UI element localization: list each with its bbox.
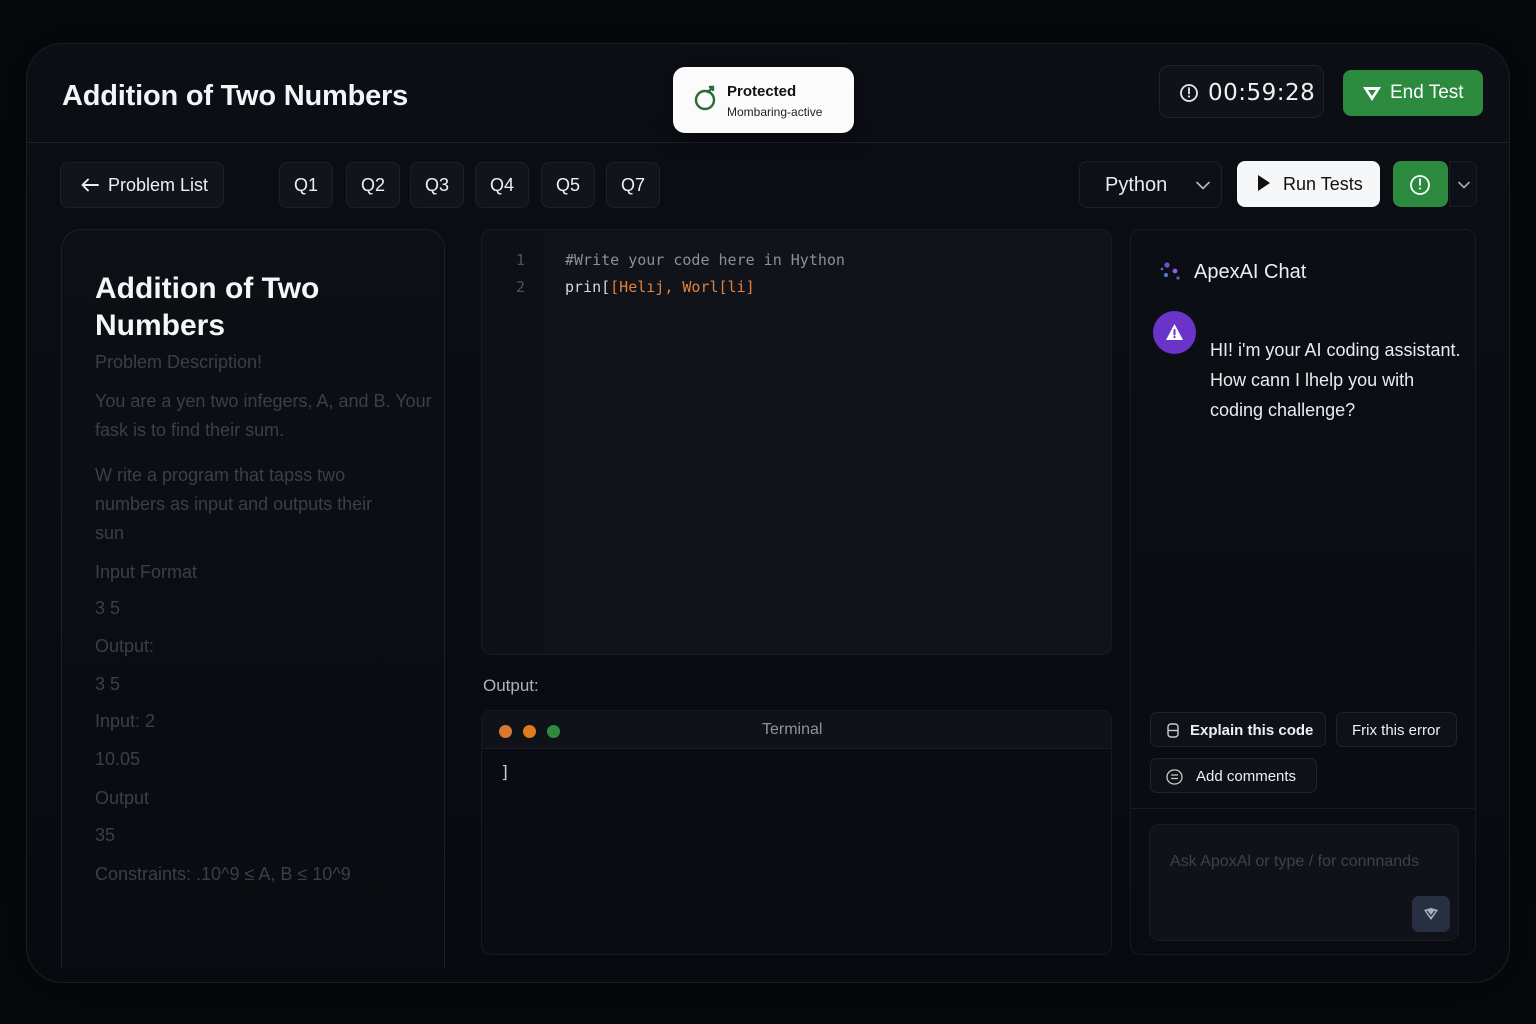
language-select[interactable]: Python [1079,161,1222,208]
problem-list-button[interactable]: Problem List [60,162,224,208]
explain-code-label: Explain this code [1190,722,1314,739]
end-test-button[interactable]: End Test [1343,70,1483,116]
tab-q5[interactable]: Q5 [541,162,595,208]
shield-icon [694,85,716,111]
chat-divider [1131,808,1475,809]
run-tests-label: Run Tests [1283,174,1363,194]
sample-output-heading: Output [95,788,150,808]
submit-button[interactable] [1393,161,1448,207]
arrow-left-icon [81,178,99,192]
tab-q3[interactable]: Q3 [410,162,464,208]
output-label: Output: [483,676,539,695]
chevron-down-icon [1196,181,1210,190]
chat-input-box [1149,824,1459,941]
ai-chat-panel: ApexAI Chat HI! i'm your AI coding assis… [1130,229,1476,955]
terminal-title: Terminal [762,721,823,738]
problem-list-label: Problem List [108,174,209,195]
send-icon [1424,908,1438,920]
explain-code-chip[interactable]: Explain this code [1150,712,1326,747]
line-number: 2 [516,278,526,296]
chat-title: ApexAI Chat [1194,261,1307,283]
protected-title: Protected [727,83,797,100]
add-comments-chip[interactable]: Add comments [1150,758,1317,793]
tab-q1[interactable]: Q1 [279,162,333,208]
timer-value: 00:59:28 [1208,80,1316,106]
proctoring-badge: Protected Mombaring-active [673,67,854,133]
tab-q4[interactable]: Q4 [475,162,529,208]
page-title: Addition of Two Numbers [62,80,409,112]
comment-icon [1166,769,1183,785]
end-test-label: End Test [1390,82,1464,103]
tab-q2[interactable]: Q2 [346,162,400,208]
assistant-message: HI! i'm your AI coding assistant. How ca… [1210,340,1461,420]
document-icon [1167,723,1179,738]
fix-error-chip[interactable]: Frix this error [1336,712,1457,747]
clock-icon [1180,84,1198,102]
protected-subtitle: Mombaring-active [727,105,823,119]
assistant-avatar [1153,311,1196,354]
window-dot-icon [523,725,536,738]
problem-panel: Addition of Two Numbers Problem Descript… [61,229,445,969]
code-string: [Helıj, Worl[li] [610,278,755,296]
code-line-1[interactable]: #Write your code here in Hython [565,251,845,269]
problem-description-heading: Problem Description! [95,352,263,372]
triangle-down-icon [1363,87,1381,101]
output-value: 3 5 [95,674,121,694]
window-dot-icon [499,725,512,738]
code-line-2[interactable]: prin[[Helıj, Worl[li] [565,278,755,296]
output-heading: Output: [95,636,155,656]
fix-error-label: Frix this error [1352,722,1441,739]
sample-input-value: 10.05 [95,749,141,769]
sparkle-icon [1160,262,1180,280]
problem-task: W rite a program that tapss two numbers … [95,465,373,543]
terminal-output: ] [500,763,511,783]
terminal[interactable]: Terminal ] [481,710,1112,955]
language-value: Python [1105,174,1168,196]
test-timer: 00:59:28 [1159,65,1324,118]
header-divider [27,142,1509,143]
terminal-header: Terminal [482,711,1111,749]
sample-input-heading: Input: 2 [95,711,156,731]
chevron-down-icon [1458,181,1470,189]
run-tests-button[interactable]: Run Tests [1237,161,1380,207]
sample-output-value: 35 [95,825,116,845]
input-format-value: 3 5 [95,598,121,618]
send-button[interactable] [1412,896,1450,932]
warning-icon [1166,324,1183,340]
window-dot-icon [547,725,560,738]
line-number-gutter [482,230,544,654]
problem-description: You are a yen two infegers, A, and B. Yo… [95,391,432,440]
play-icon [1258,175,1270,191]
tab-q7[interactable]: Q7 [606,162,660,208]
code-function: prin[ [565,278,611,296]
line-number: 1 [516,251,526,269]
more-options-button[interactable] [1449,161,1477,207]
code-editor[interactable]: 1 2 #Write your code here in Hython prin… [481,229,1112,655]
problem-title: Addition of Two Numbers [95,272,320,342]
power-icon [1410,175,1430,195]
input-format-heading: Input Format [95,562,198,582]
constraints: Constraints: .10^9 ≤ A, B ≤ 10^9 [95,864,351,884]
add-comments-label: Add comments [1196,768,1297,785]
